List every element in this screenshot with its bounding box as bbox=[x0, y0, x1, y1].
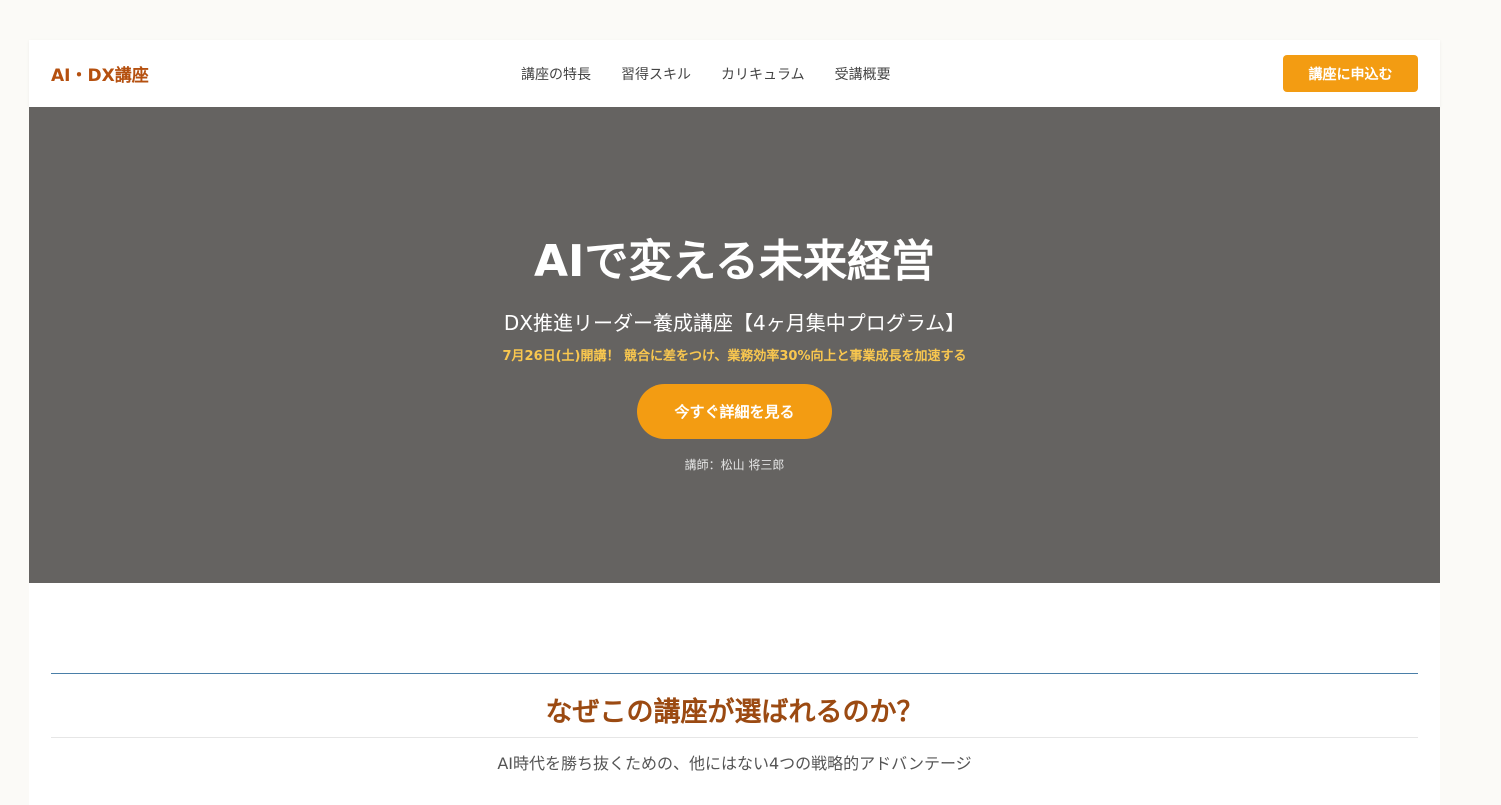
nav-link-curriculum[interactable]: カリキュラム bbox=[721, 64, 805, 84]
apply-button[interactable]: 講座に申込む bbox=[1283, 55, 1418, 92]
features-section: なぜこの講座が選ばれるのか？ AI時代を勝ち抜くための、他にはない4つの戦略的ア… bbox=[51, 673, 1418, 774]
nav-link-skills[interactable]: 習得スキル bbox=[621, 64, 691, 84]
site-logo[interactable]: AI・DX講座 bbox=[51, 61, 149, 86]
site-header: AI・DX講座 講座の特長 習得スキル カリキュラム 受講概要 講座に申込む bbox=[29, 40, 1440, 107]
main-nav: 講座の特長 習得スキル カリキュラム 受講概要 bbox=[521, 40, 891, 107]
nav-link-features[interactable]: 講座の特長 bbox=[521, 64, 591, 84]
features-subtitle: AI時代を勝ち抜くための、他にはない4つの戦略的アドバンテージ bbox=[497, 754, 972, 773]
nav-link-overview[interactable]: 受講概要 bbox=[835, 64, 891, 84]
page-container: AI・DX講座 講座の特長 習得スキル カリキュラム 受講概要 講座に申込む A… bbox=[29, 40, 1440, 805]
view-details-button[interactable]: 今すぐ詳細を見る bbox=[637, 384, 832, 439]
instructor-label: 講師：松山 将三郎 bbox=[684, 458, 785, 472]
section-divider-bottom bbox=[51, 737, 1418, 738]
hero-title: AIで変える未来経営 bbox=[533, 236, 936, 287]
hero-subtitle: DX推進リーダー養成講座【4ヶ月集中プログラム】 bbox=[503, 311, 966, 335]
hero-tagline: 7月26日(土)開講！ 競合に差をつけ、業務効率30%向上と事業成長を加速する bbox=[502, 349, 967, 364]
hero-section: AIで変える未来経営 DX推進リーダー養成講座【4ヶ月集中プログラム】 7月26… bbox=[29, 107, 1440, 583]
features-title: なぜこの講座が選ばれるのか？ bbox=[545, 697, 924, 728]
